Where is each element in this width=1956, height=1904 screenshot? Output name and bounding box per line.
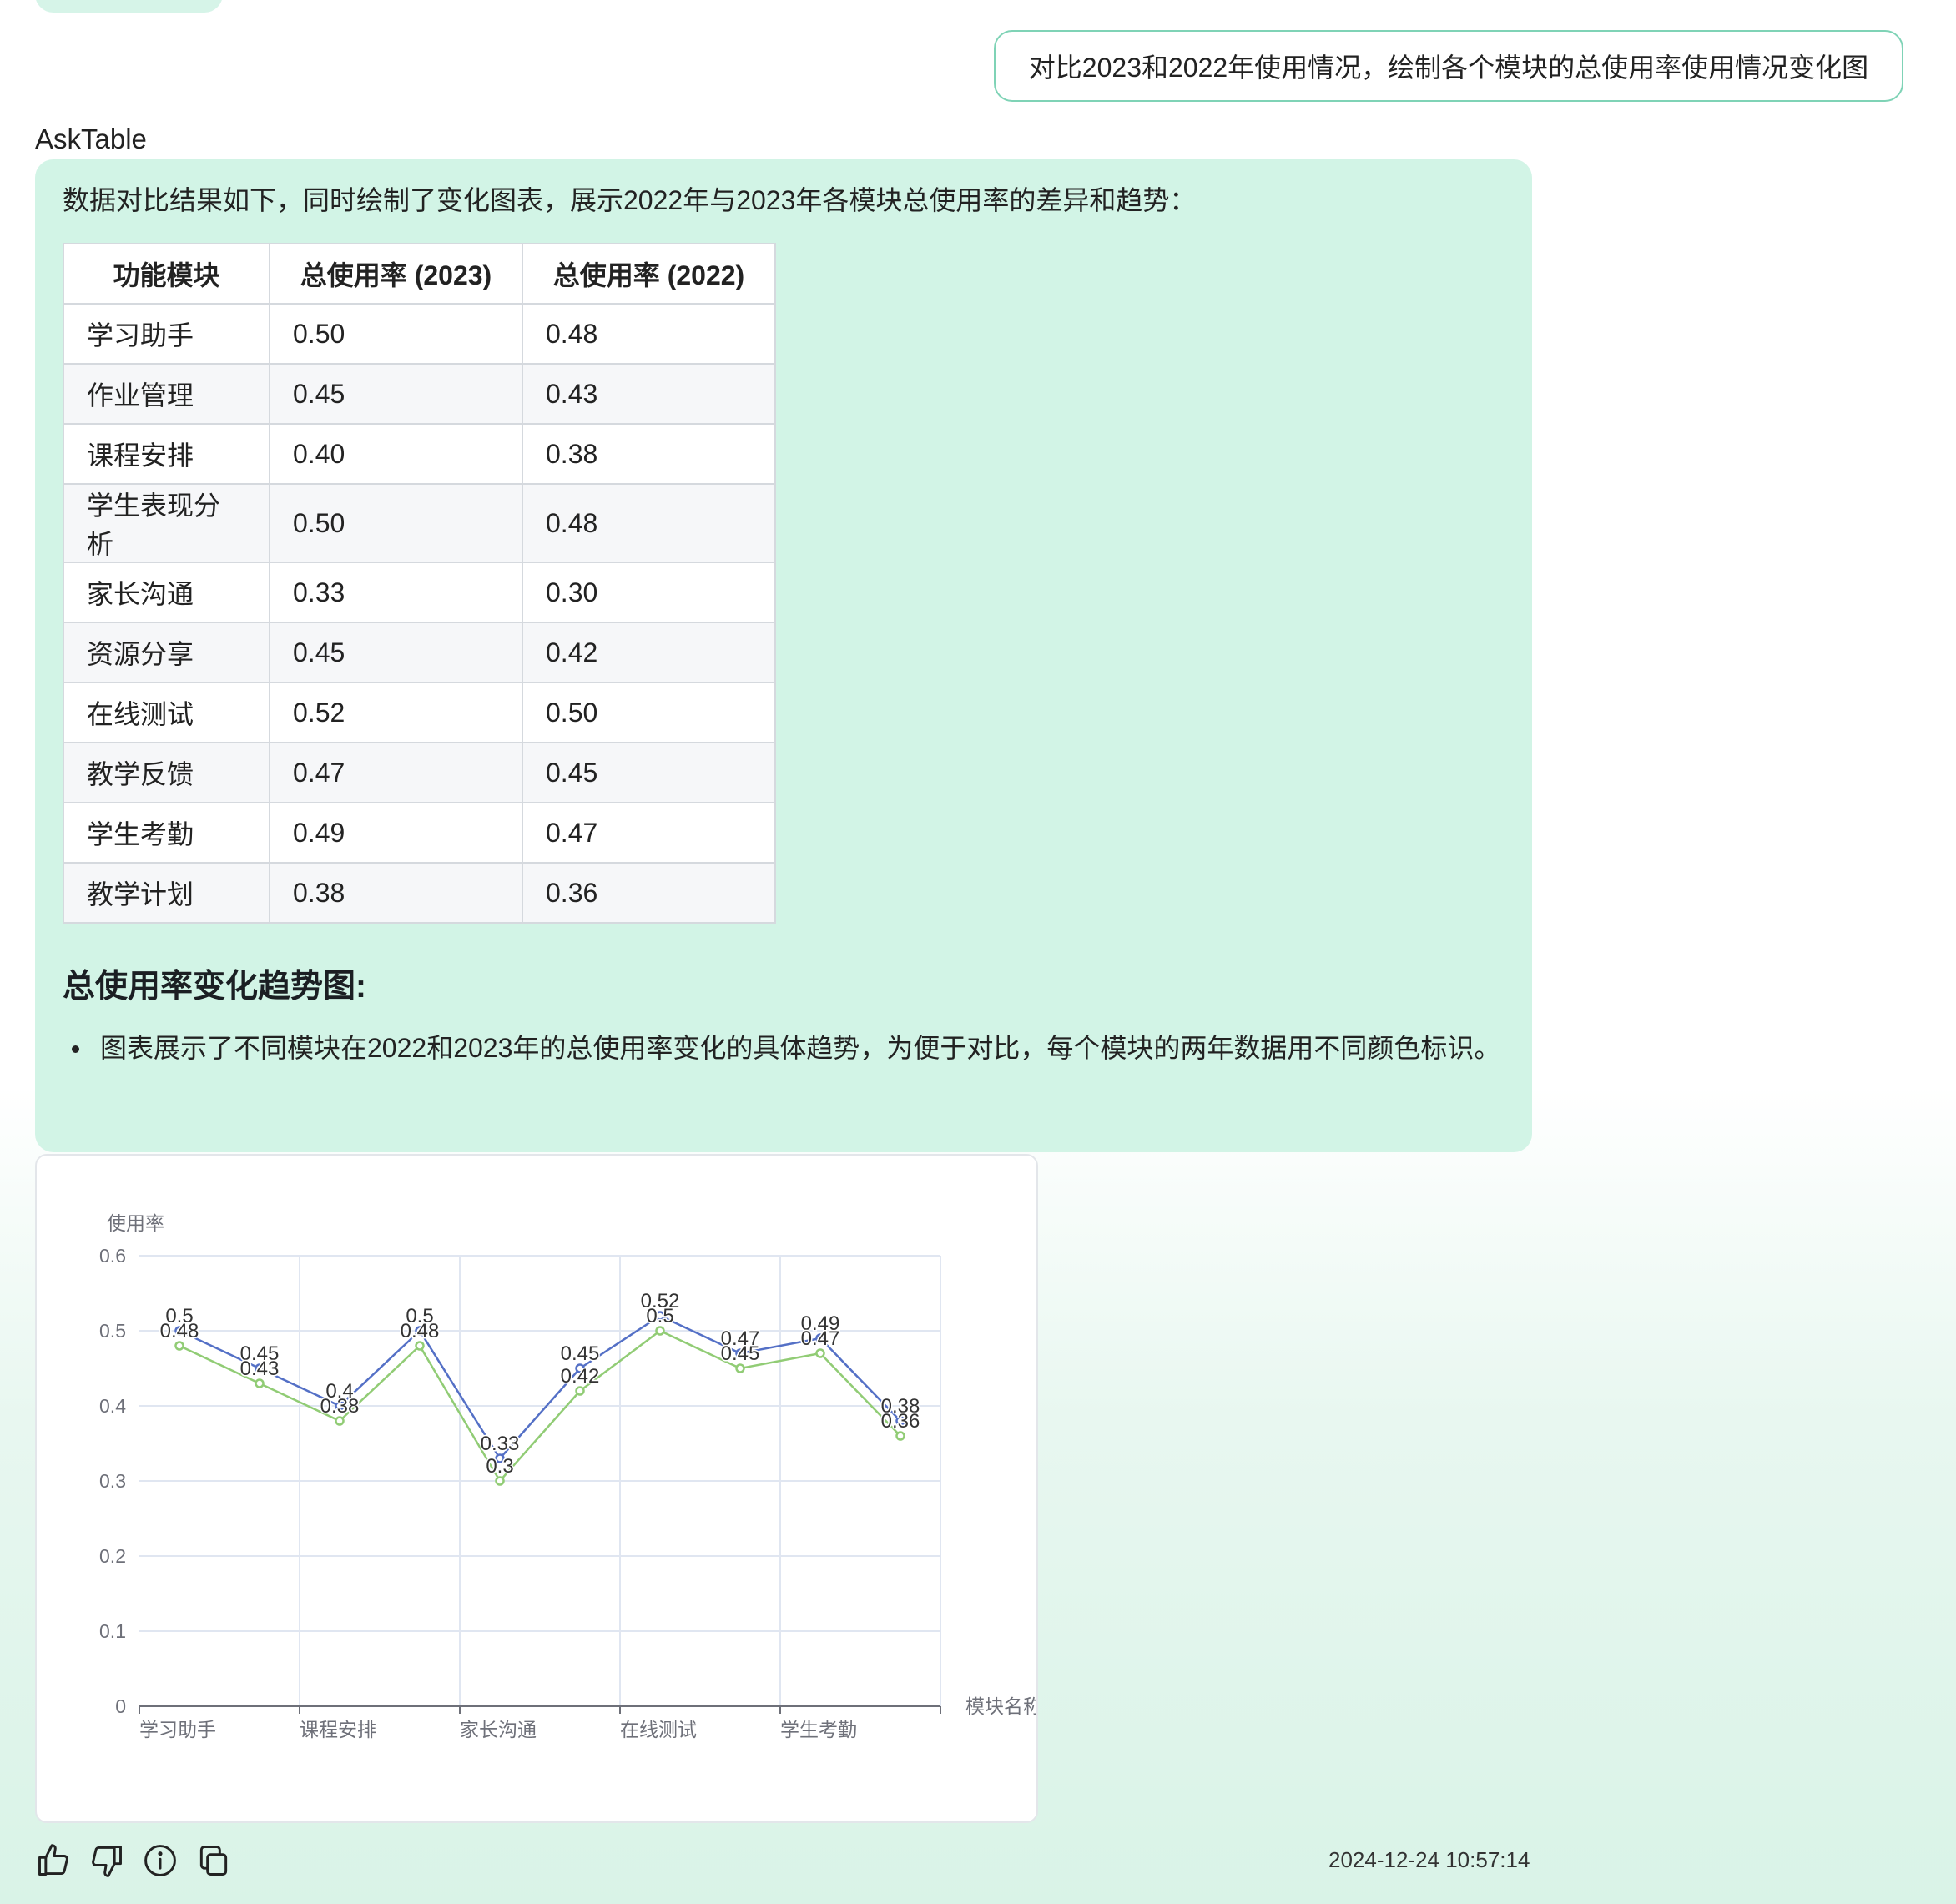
user-message: 对比2023和2022年使用情况，绘制各个模块的总使用率使用情况变化图 <box>994 30 1903 102</box>
y-tick-label: 0.4 <box>99 1395 126 1417</box>
table-row: 家长沟通 0.33 0.30 <box>63 562 776 623</box>
data-label: 0.48 <box>401 1320 440 1342</box>
bot-name: AskTable <box>35 123 147 154</box>
table-cell: 0.40 <box>269 423 523 485</box>
table-cell: 0.47 <box>522 802 776 864</box>
x-tick-label: 学习助手 <box>139 1719 216 1740</box>
previous-message-bubble <box>35 0 223 13</box>
table-cell: 0.49 <box>269 802 523 864</box>
table-cell: 学生表现分析 <box>63 483 270 563</box>
data-label: 0.42 <box>561 1365 600 1388</box>
table-header-row: 功能模块 总使用率 (2023) 总使用率 (2022) <box>63 243 776 305</box>
table-cell: 0.45 <box>522 742 776 803</box>
data-point <box>255 1378 265 1388</box>
thumbs-down-icon[interactable] <box>88 1842 125 1879</box>
data-label: 0.33 <box>481 1433 520 1455</box>
message-timestamp: 2024-12-24 10:57:14 <box>1328 1847 1530 1872</box>
y-tick-label: 0 <box>115 1695 126 1717</box>
data-label: 0.47 <box>801 1327 840 1350</box>
table-cell: 0.42 <box>522 622 776 683</box>
copy-icon[interactable] <box>195 1842 232 1879</box>
data-label: 0.36 <box>881 1410 920 1433</box>
bot-answer: 数据对比结果如下，同时绘制了变化图表，展示2022年与2023年各模块总使用率的… <box>35 159 1532 1152</box>
table-cell: 资源分享 <box>63 622 270 683</box>
table-cell: 教学反馈 <box>63 742 270 803</box>
table-cell: 0.43 <box>522 363 776 425</box>
data-label: 0.45 <box>721 1342 760 1365</box>
y-tick-label: 0.2 <box>99 1545 126 1567</box>
table-row: 资源分享 0.45 0.42 <box>63 622 776 683</box>
table-cell: 作业管理 <box>63 363 270 425</box>
table-header: 功能模块 <box>63 243 270 305</box>
data-point <box>495 1476 505 1486</box>
table-cell: 0.48 <box>522 483 776 563</box>
table-cell: 0.50 <box>269 483 523 563</box>
table-cell: 0.52 <box>269 682 523 743</box>
table-cell: 0.50 <box>269 303 523 365</box>
data-label: 0.3 <box>486 1455 513 1478</box>
answer-intro: 数据对比结果如下，同时绘制了变化图表，展示2022年与2023年各模块总使用率的… <box>63 185 1197 215</box>
y-tick-label: 0.5 <box>99 1320 126 1342</box>
x-tick-label: 学生考勤 <box>780 1719 857 1740</box>
table-row: 作业管理 0.45 0.43 <box>63 363 776 425</box>
table-row: 学生考勤 0.49 0.47 <box>63 802 776 864</box>
table-row: 课程安排 0.40 0.38 <box>63 423 776 485</box>
table-cell: 在线测试 <box>63 682 270 743</box>
data-label: 0.48 <box>160 1320 199 1342</box>
comparison-table: 功能模块 总使用率 (2023) 总使用率 (2022) 学习助手 0.50 0… <box>63 243 776 924</box>
table-cell: 学习助手 <box>63 303 270 365</box>
x-axis-label: 模块名称 <box>965 1695 1038 1717</box>
data-point <box>815 1348 825 1358</box>
y-tick-label: 0.3 <box>99 1470 126 1492</box>
x-tick-label: 在线测试 <box>620 1719 697 1740</box>
table-cell: 0.45 <box>269 363 523 425</box>
table-cell: 0.47 <box>269 742 523 803</box>
data-label: 0.45 <box>561 1342 600 1365</box>
data-label: 0.5 <box>646 1305 673 1327</box>
table-header: 总使用率 (2023) <box>269 243 523 305</box>
y-tick-label: 0.1 <box>99 1620 126 1642</box>
data-point <box>735 1363 745 1373</box>
table-cell: 0.45 <box>269 622 523 683</box>
bullet-text: 图表展示了不同模块在2022和2023年的总使用率变化的具体趋势，为便于对比，每… <box>100 1033 1501 1063</box>
x-tick-label: 家长沟通 <box>460 1719 537 1740</box>
line-chart: 0 0.1 0.2 0.3 0.4 0.5 0.6 学习助手 课程安排 家长沟通 在线测试 学生考勤 使… <box>99 1212 1038 1740</box>
table-cell: 0.36 <box>522 862 776 924</box>
table-cell: 0.38 <box>522 423 776 485</box>
data-point <box>335 1416 345 1426</box>
data-point <box>655 1326 665 1336</box>
y-axis-label: 使用率 <box>107 1212 164 1234</box>
table-row: 教学反馈 0.47 0.45 <box>63 742 776 803</box>
data-label: 0.38 <box>320 1395 360 1418</box>
data-point <box>575 1386 585 1396</box>
table-cell: 课程安排 <box>63 423 270 485</box>
data-point <box>895 1431 905 1441</box>
x-tick-label: 课程安排 <box>300 1719 376 1740</box>
y-tick-label: 0.6 <box>99 1245 126 1267</box>
table-cell: 家长沟通 <box>63 562 270 623</box>
bullet-dot <box>72 1045 79 1053</box>
table-row: 学生表现分析 0.50 0.48 <box>63 483 776 563</box>
table-cell: 0.50 <box>522 682 776 743</box>
data-point <box>415 1341 425 1351</box>
table-header: 总使用率 (2022) <box>522 243 776 305</box>
info-icon[interactable] <box>142 1842 179 1879</box>
data-label: 0.43 <box>240 1357 280 1380</box>
table-cell: 0.48 <box>522 303 776 365</box>
table-cell: 0.38 <box>269 862 523 924</box>
table-row: 学习助手 0.50 0.48 <box>63 303 776 365</box>
thumbs-up-icon[interactable] <box>35 1842 72 1879</box>
section-heading: 总使用率变化趋势图: <box>63 969 366 1005</box>
table-cell: 学生考勤 <box>63 802 270 864</box>
table-row: 教学计划 0.38 0.36 <box>63 862 776 924</box>
data-point <box>174 1341 184 1351</box>
table-cell: 教学计划 <box>63 862 270 924</box>
chart-card: 0 0.1 0.2 0.3 0.4 0.5 0.6 学习助手 课程安排 家长沟通 在线测试 学生考勤 使… <box>35 1154 1038 1823</box>
table-cell: 0.30 <box>522 562 776 623</box>
table-row: 在线测试 0.52 0.50 <box>63 682 776 743</box>
table-cell: 0.33 <box>269 562 523 623</box>
